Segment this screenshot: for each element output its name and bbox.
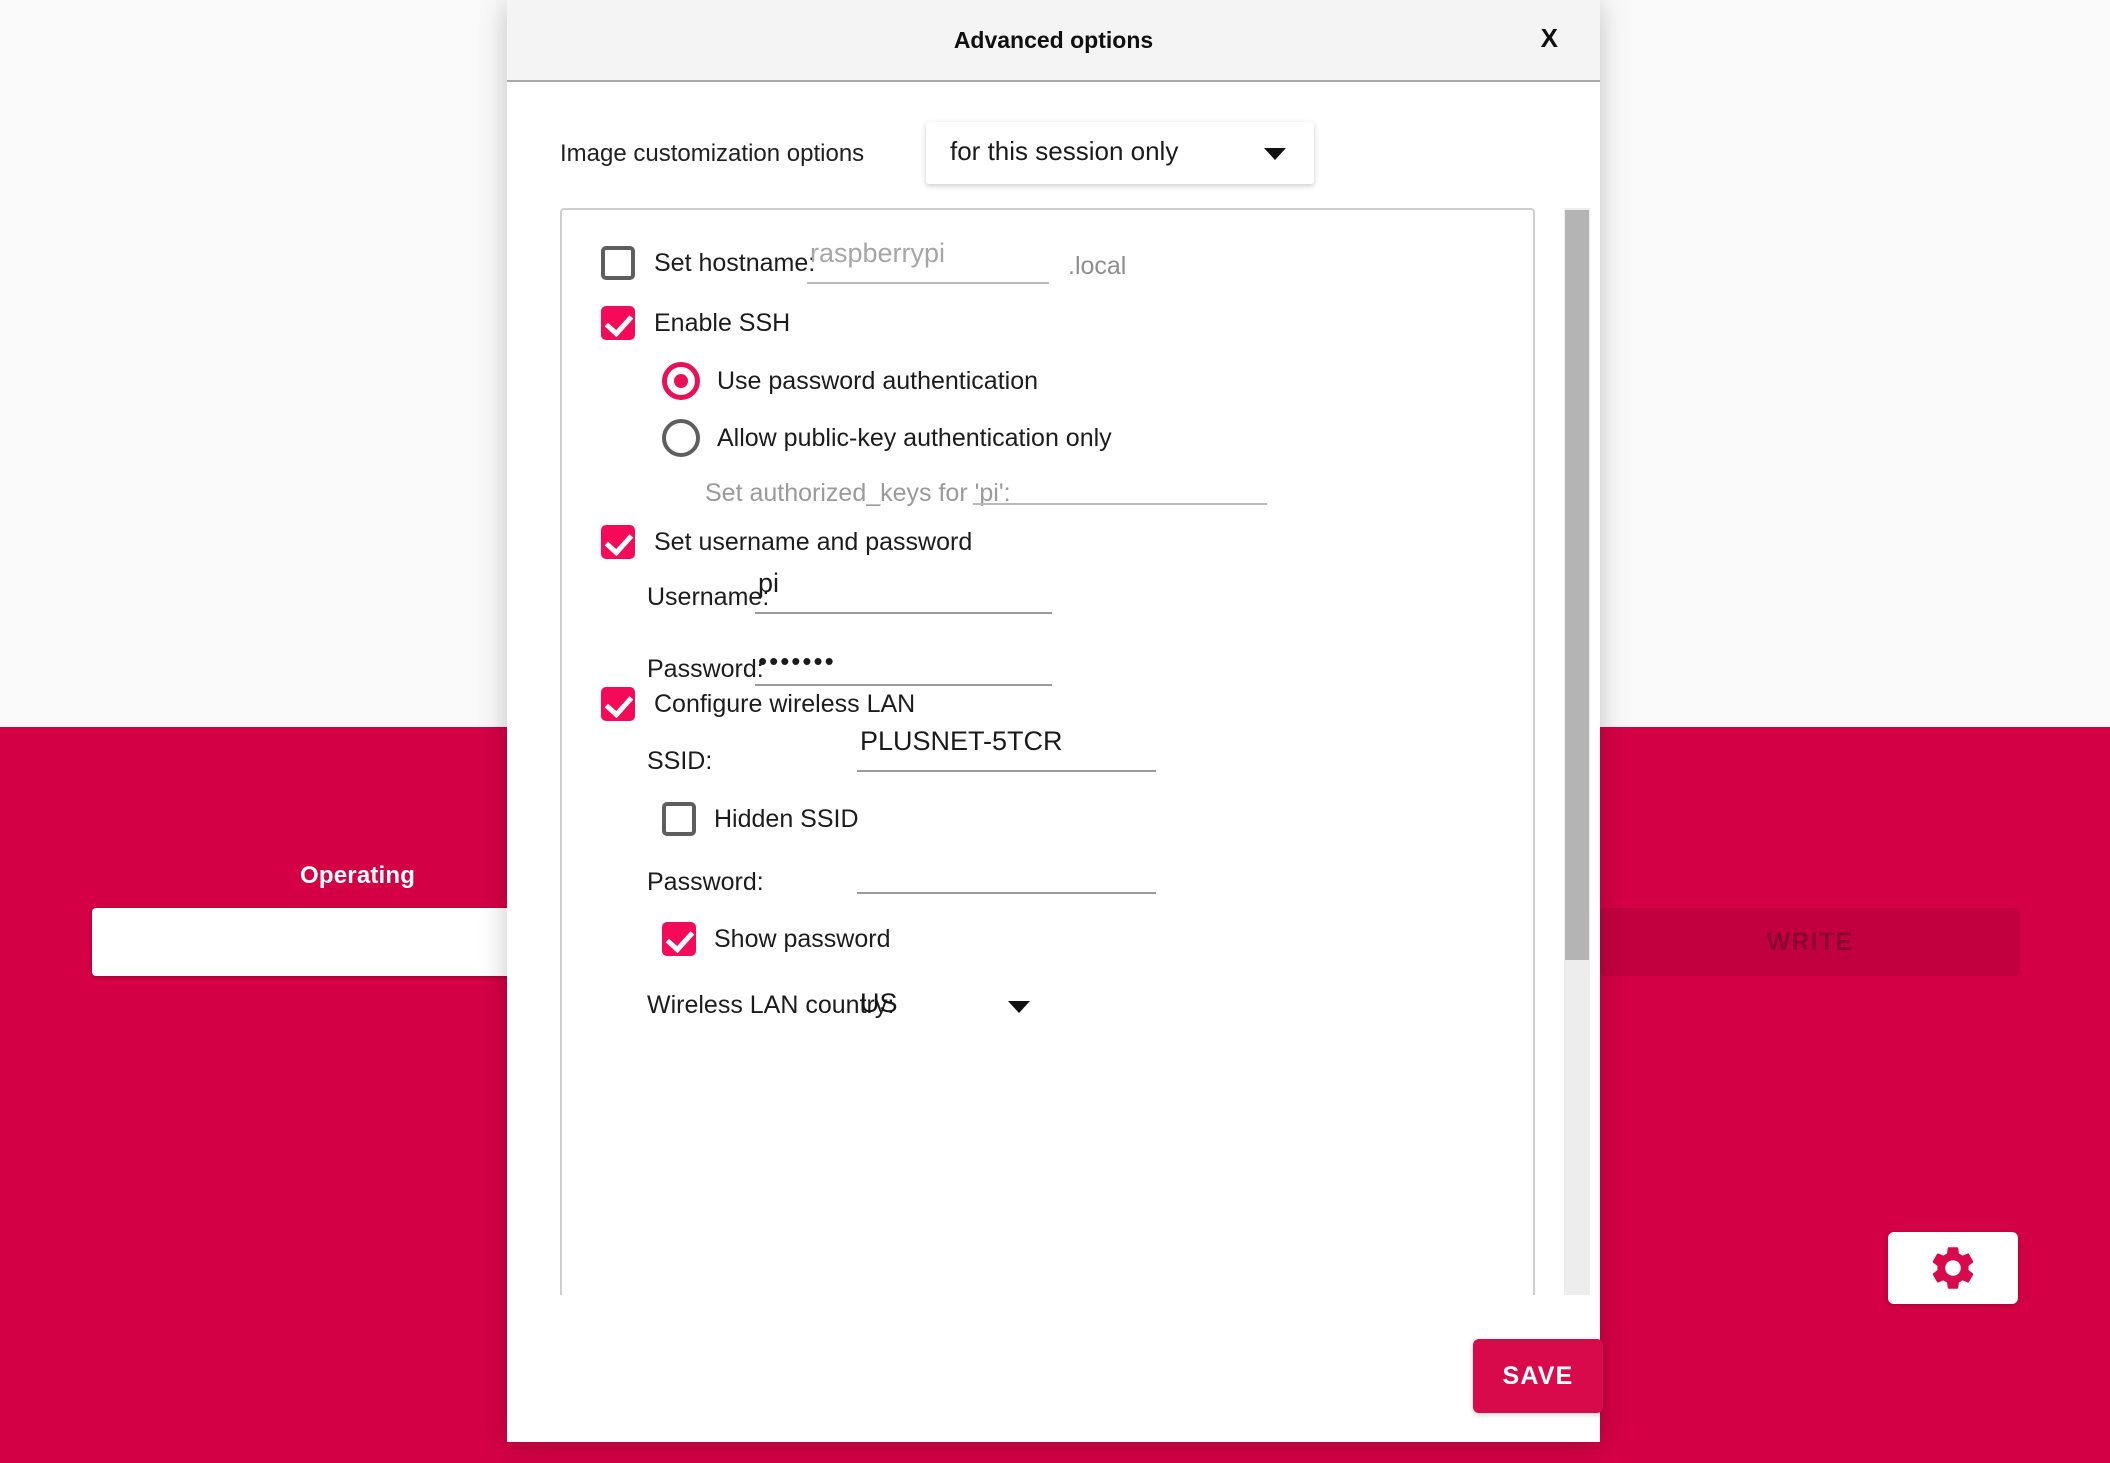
- show-password-checkbox[interactable]: [662, 922, 696, 956]
- enable-ssh-checkbox[interactable]: [601, 306, 635, 340]
- authorized-keys-input[interactable]: [973, 459, 1267, 505]
- image-customization-select[interactable]: for this session only: [926, 122, 1314, 184]
- dialog-title-bar: Advanced options X: [507, 0, 1600, 82]
- wifi-password-input[interactable]: [857, 848, 1156, 894]
- write-button-label: WRITE: [1766, 927, 1854, 956]
- set-username-password-checkbox[interactable]: [601, 525, 635, 559]
- allow-public-key-authentication-radio[interactable]: [662, 419, 700, 457]
- use-password-authentication-radio[interactable]: [662, 362, 700, 400]
- options-group-box: Set hostname: raspberrypi .local Enable …: [560, 208, 1535, 1295]
- wireless-lan-country-value: US: [860, 988, 898, 1018]
- set-hostname-checkbox[interactable]: [601, 246, 635, 280]
- user-password-input[interactable]: •••••••: [755, 640, 1052, 686]
- chevron-down-icon: [1008, 1001, 1030, 1013]
- set-hostname-label: Set hostname:: [654, 249, 816, 277]
- enable-ssh-label: Enable SSH: [654, 309, 791, 337]
- username-label: Username:: [647, 583, 770, 611]
- options-scroll-region: Set hostname: raspberrypi .local Enable …: [507, 208, 1600, 1295]
- username-input[interactable]: pi: [755, 568, 1052, 614]
- hostname-input[interactable]: raspberrypi: [807, 238, 1049, 284]
- configure-wireless-lan-checkbox[interactable]: [601, 687, 635, 721]
- hostname-placeholder: raspberrypi: [810, 238, 946, 268]
- user-password-label: Password:: [647, 655, 764, 683]
- hidden-ssid-checkbox[interactable]: [662, 802, 696, 836]
- show-password-label: Show password: [714, 925, 891, 953]
- options-scrollbar[interactable]: [1564, 208, 1590, 1295]
- user-password-value: •••••••: [758, 646, 836, 676]
- wifi-password-label: Password:: [647, 868, 764, 896]
- image-customization-value: for this session only: [950, 136, 1179, 166]
- save-button[interactable]: SAVE: [1473, 1339, 1603, 1413]
- ssid-label: SSID:: [647, 747, 713, 775]
- wireless-lan-country-select[interactable]: US: [860, 988, 1050, 1028]
- set-username-password-label: Set username and password: [654, 528, 973, 556]
- configure-wireless-lan-label: Configure wireless LAN: [654, 690, 916, 718]
- operating-system-label: Operating: [300, 862, 416, 889]
- gear-icon: [1932, 1247, 1974, 1289]
- authorized-keys-label: Set authorized_keys for 'pi':: [705, 479, 1011, 507]
- advanced-options-dialog: Advanced options X Image customization o…: [507, 0, 1603, 1442]
- save-button-label: SAVE: [1502, 1361, 1574, 1390]
- chevron-down-icon: [1264, 148, 1286, 160]
- username-value: pi: [758, 568, 780, 598]
- options-scrollbar-thumb[interactable]: [1565, 210, 1589, 960]
- ssid-value: PLUSNET-5TCR: [860, 726, 1063, 756]
- image-customization-row: Image customization options for this ses…: [507, 122, 1600, 192]
- hostname-suffix: .local: [1068, 252, 1127, 280]
- allow-public-key-authentication-label: Allow public-key authentication only: [717, 424, 1112, 452]
- ssid-input[interactable]: PLUSNET-5TCR: [857, 726, 1156, 772]
- close-icon[interactable]: X: [1541, 25, 1558, 51]
- write-button[interactable]: WRITE: [1600, 908, 2020, 976]
- wireless-lan-country-label: Wireless LAN country:: [647, 991, 895, 1019]
- use-password-authentication-label: Use password authentication: [717, 367, 1039, 395]
- dialog-title: Advanced options: [953, 27, 1154, 53]
- settings-gear-button[interactable]: [1888, 1232, 2018, 1304]
- image-customization-label: Image customization options: [560, 140, 865, 167]
- hidden-ssid-label: Hidden SSID: [714, 805, 859, 833]
